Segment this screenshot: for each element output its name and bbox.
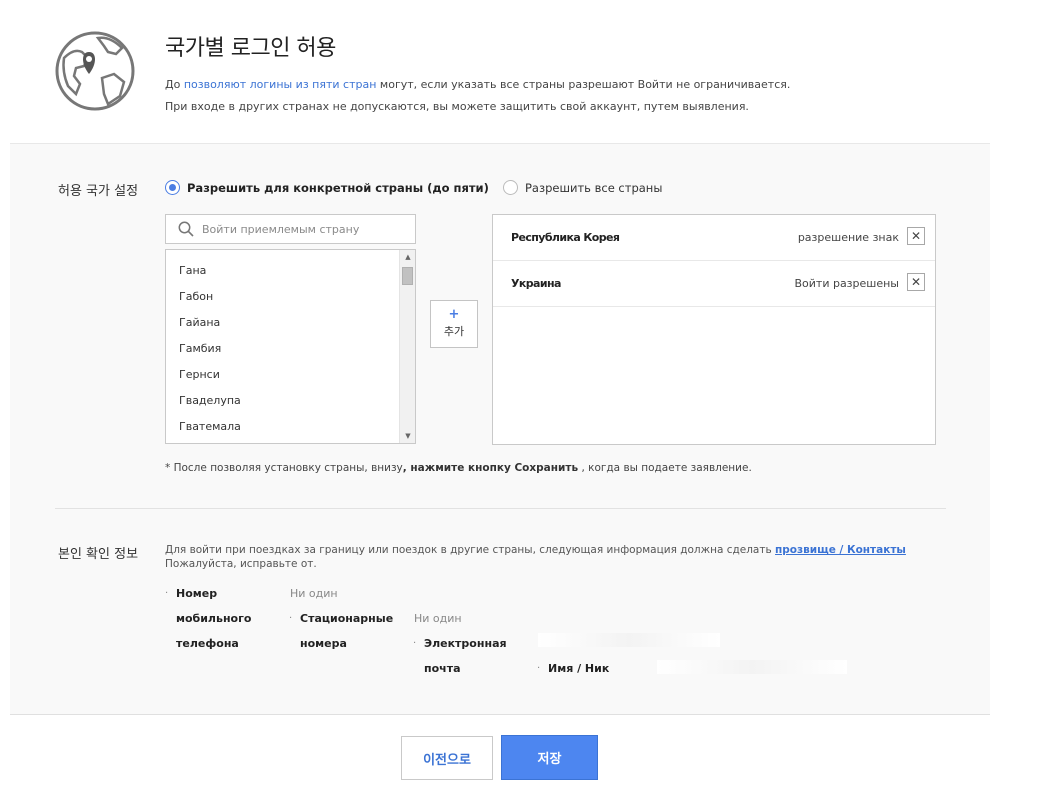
previous-button[interactable]: 이전으로 <box>401 736 493 780</box>
bullet: · <box>165 588 169 599</box>
note-prefix: * После позволяя установку страны, внизу <box>165 462 403 474</box>
note-suffix: , когда вы подаете заявление. <box>581 462 752 474</box>
add-button-label: 추가 <box>443 325 465 338</box>
search-icon <box>178 221 194 237</box>
country-list-item[interactable]: Габон <box>166 284 415 310</box>
remove-country-button[interactable]: ✕ <box>907 273 925 291</box>
mobile-label-line3: телефона <box>176 637 239 650</box>
country-list-item[interactable]: Гайана <box>166 310 415 336</box>
radio-specific-countries[interactable]: Разрешить для конкретной страны (до пяти… <box>165 180 489 195</box>
landline-label-line2: номера <box>300 637 347 650</box>
nickname-contacts-link[interactable]: прозвище / Контакты <box>775 544 906 556</box>
email-value-redacted <box>538 633 720 647</box>
country-list-items: Гана Габон Гайана Гамбия Гернси Гваделупа Гват… <box>166 250 415 440</box>
mobile-value: Ни один <box>290 587 338 600</box>
description-line-1: До позволяют логины из пяти стран могут,… <box>165 78 790 91</box>
selected-country-status: разрешение знак <box>797 231 899 244</box>
description-line-2: При входе в других странах не допускаютс… <box>165 100 749 113</box>
bullet: · <box>289 613 293 624</box>
bullet: · <box>537 663 541 674</box>
selected-country-row: Украина Войти разрешены ✕ <box>493 261 935 307</box>
radio-indicator-checked <box>165 180 180 195</box>
country-list-item[interactable]: Гернси <box>166 362 415 388</box>
save-note: * После позволяя установку страны, внизу… <box>165 462 752 474</box>
scroll-thumb[interactable] <box>402 267 413 285</box>
name-value-redacted <box>657 660 847 674</box>
email-label-line2: почта <box>424 662 461 675</box>
selected-countries-box: Республика Корея разрешение знак ✕ Украи… <box>492 214 936 445</box>
plus-icon: + <box>448 307 460 322</box>
radio-indicator-unchecked <box>503 180 518 195</box>
save-button[interactable]: 저장 <box>501 735 598 780</box>
desc-prefix: До <box>165 78 181 91</box>
country-list-item[interactable]: Гана <box>166 258 415 284</box>
mobile-label-line1: Номер <box>176 587 218 600</box>
country-setting-label: 허용 국가 설정 <box>58 184 139 199</box>
verification-label: 본인 확인 정보 <box>58 547 139 562</box>
country-search-box <box>165 214 416 244</box>
desc-highlight: позволяют логины из пяти стран <box>183 78 377 91</box>
selected-country-status: Войти разрешены <box>794 277 899 290</box>
selected-country-row: Республика Корея разрешение знак ✕ <box>493 215 935 261</box>
add-country-button[interactable]: + 추가 <box>430 300 478 348</box>
country-list-item[interactable]: Гваделупа <box>166 388 415 414</box>
selected-country-name: Республика Корея <box>511 231 620 244</box>
country-list[interactable]: Гана Габон Гайана Гамбия Гернси Гваделупа Гват… <box>165 249 416 444</box>
country-list-item[interactable]: Гамбия <box>166 336 415 362</box>
radio-all-label: Разрешить все страны <box>525 180 663 195</box>
country-list-scrollbar[interactable]: ▲ ▼ <box>399 250 415 443</box>
landline-value: Ни один <box>414 612 462 625</box>
mobile-label-line2: мобильного <box>176 612 252 625</box>
desc-suffix: могут, если указать все страны разрешают… <box>379 78 791 91</box>
radio-specific-label: Разрешить для конкретной страны (до пяти… <box>187 180 489 195</box>
note-bold: , нажмите кнопку Сохранить <box>402 462 579 474</box>
page-title: 국가별 로그인 허용 <box>165 36 336 61</box>
verify-text-prefix: Для войти при поездках за границу или по… <box>165 544 772 556</box>
landline-label-line1: Стационарные <box>300 612 394 625</box>
section-divider <box>55 508 946 509</box>
country-search-input[interactable] <box>202 222 402 236</box>
remove-country-button[interactable]: ✕ <box>907 227 925 245</box>
scroll-up-arrow-icon[interactable]: ▲ <box>400 250 415 264</box>
email-label-line1: Электронная <box>424 637 507 650</box>
scroll-down-arrow-icon[interactable]: ▼ <box>400 429 415 443</box>
selected-country-name: Украина <box>511 277 561 290</box>
country-list-item[interactable]: Гватемала <box>166 414 415 440</box>
radio-all-countries[interactable]: Разрешить все страны <box>503 180 662 195</box>
globe-location-icon <box>55 31 135 111</box>
name-label: Имя / Ник <box>548 662 610 675</box>
bullet: · <box>413 638 417 649</box>
verification-description: Для войти при поездках за границу или по… <box>165 543 945 571</box>
verify-text-suffix: Пожалуйста, исправьте от. <box>165 558 317 570</box>
